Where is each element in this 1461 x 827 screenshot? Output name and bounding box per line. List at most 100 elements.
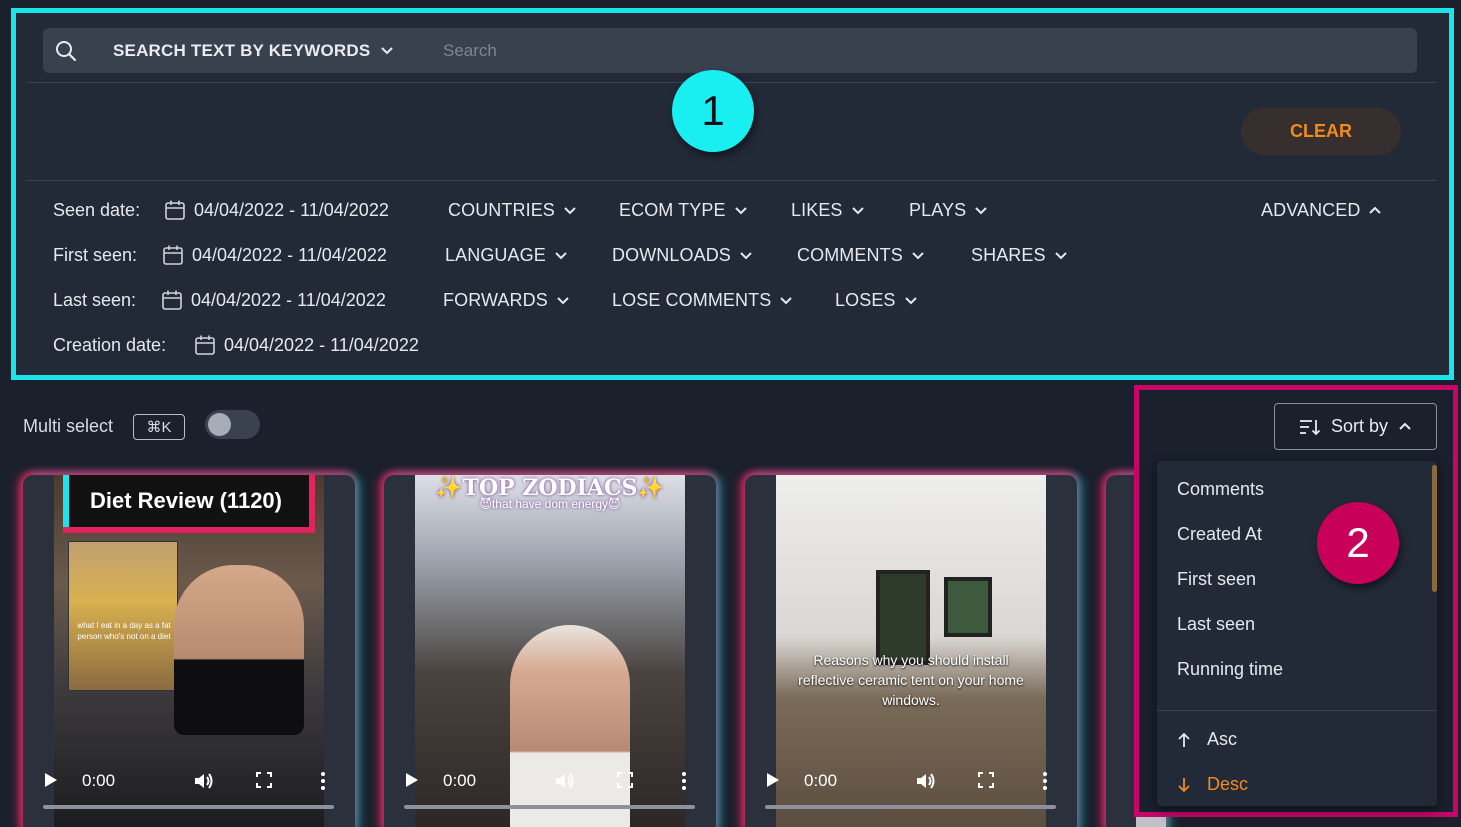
fullscreen-icon[interactable] (978, 772, 994, 788)
lose-comments-label: LOSE COMMENTS (612, 289, 772, 310)
arrow-up-icon (1178, 732, 1190, 747)
video-controls: 0:00 (23, 761, 355, 801)
countries-dropdown[interactable]: COUNTRIES (448, 200, 577, 221)
plays-dropdown[interactable]: PLAYS (909, 200, 988, 221)
video-progress-bar[interactable] (43, 805, 334, 809)
loses-label: LOSES (835, 289, 896, 310)
sort-direction-asc[interactable]: Asc (1177, 729, 1237, 750)
filter-row-creation-date: Creation date: 04/04/2022 - 11/04/2022 (53, 332, 653, 358)
sort-option-created-at[interactable]: Created At (1177, 524, 1262, 545)
filter-row-seen: Seen date: 04/04/2022 - 11/04/2022 COUNT… (53, 197, 1453, 223)
ecom-type-dropdown[interactable]: ECOM TYPE (619, 200, 748, 221)
chevron-down-icon (1054, 251, 1067, 259)
calendar-icon (163, 245, 183, 265)
search-mode-dropdown[interactable]: SEARCH TEXT BY KEYWORDS (113, 28, 394, 73)
filter-row-last-seen: Last seen: 04/04/2022 - 11/04/2022 FORWA… (53, 287, 1453, 313)
video-caption: what I eat in a day as a fat person who'… (77, 621, 171, 641)
volume-icon[interactable] (193, 771, 215, 791)
filter-row-first-seen: First seen: 04/04/2022 - 11/04/2022 LANG… (53, 242, 1453, 268)
first-seen-date-picker[interactable]: 04/04/2022 - 11/04/2022 (162, 244, 387, 266)
chevron-down-icon (555, 251, 567, 259)
multi-select-toggle[interactable] (205, 410, 260, 439)
fullscreen-icon[interactable] (256, 772, 272, 788)
forwards-dropdown[interactable]: FORWARDS (443, 290, 570, 311)
asc-label: Asc (1207, 729, 1238, 749)
first-seen-value: 04/04/2022 - 11/04/2022 (192, 244, 387, 265)
chevron-down-icon (381, 47, 394, 55)
likes-label: LIKES (791, 199, 843, 220)
volume-icon[interactable] (554, 771, 576, 791)
sort-by-label: Sort by (1330, 416, 1389, 436)
video-progress-bar[interactable] (404, 805, 695, 809)
loses-dropdown[interactable]: LOSES (835, 290, 918, 311)
comments-dropdown[interactable]: COMMENTS (797, 245, 925, 266)
last-seen-value: 04/04/2022 - 11/04/2022 (191, 289, 386, 310)
first-seen-label: First seen: (53, 244, 138, 265)
more-options-icon[interactable] (681, 771, 687, 791)
sort-option-first-seen[interactable]: First seen (1177, 569, 1256, 590)
play-icon[interactable] (765, 771, 781, 789)
ecom-type-label: ECOM TYPE (619, 199, 726, 220)
shares-dropdown[interactable]: SHARES (971, 245, 1068, 266)
video-card[interactable]: ✨TOP ZODIACS✨ 😈that have dom energy😈 0:0… (384, 475, 716, 827)
volume-icon[interactable] (915, 771, 937, 791)
creation-date-label: Creation date: (53, 334, 167, 355)
video-caption: Reasons why you should install reflectiv… (796, 650, 1026, 710)
chevron-down-icon (780, 296, 793, 304)
annotation-badge-2: 2 (1317, 502, 1399, 584)
person-shape (174, 565, 304, 735)
sort-menu: Comments Created At First seen Last seen… (1157, 461, 1437, 806)
seen-date-label: Seen date: (53, 199, 141, 220)
video-card[interactable]: Diet Review (1120) what I eat in a day a… (23, 475, 355, 827)
calendar-icon (162, 290, 182, 310)
forwards-label: FORWARDS (443, 289, 548, 310)
clear-button[interactable]: CLEAR (1241, 108, 1401, 155)
toggle-knob (208, 413, 231, 436)
likes-dropdown[interactable]: LIKES (791, 200, 865, 221)
sort-option-comments[interactable]: Comments (1177, 479, 1264, 500)
divider (26, 180, 1437, 181)
video-inset-image: what I eat in a day as a fat person who'… (68, 541, 178, 691)
countries-label: COUNTRIES (448, 199, 555, 220)
sort-option-last-seen[interactable]: Last seen (1177, 614, 1255, 635)
seen-date-picker[interactable]: 04/04/2022 - 11/04/2022 (164, 199, 389, 221)
video-subtitle-text: 😈that have dom energy😈 (479, 497, 621, 511)
shares-label: SHARES (971, 244, 1046, 265)
fullscreen-icon[interactable] (617, 772, 633, 788)
creation-date-picker[interactable]: 04/04/2022 - 11/04/2022 (194, 334, 419, 356)
chevron-down-icon (734, 206, 747, 214)
more-options-icon[interactable] (320, 771, 326, 791)
chevron-down-icon (851, 206, 864, 214)
video-time: 0:00 (82, 771, 116, 790)
language-dropdown[interactable]: LANGUAGE (445, 245, 568, 266)
last-seen-date-picker[interactable]: 04/04/2022 - 11/04/2022 (161, 289, 386, 311)
chevron-down-icon (912, 251, 924, 259)
chevron-down-icon (740, 251, 752, 259)
video-time: 0:00 (443, 771, 477, 790)
sort-by-button[interactable]: Sort by (1274, 403, 1437, 450)
more-options-icon[interactable] (1042, 771, 1048, 791)
play-icon[interactable] (43, 771, 59, 789)
lose-comments-dropdown[interactable]: LOSE COMMENTS (612, 290, 793, 311)
play-icon[interactable] (404, 771, 420, 789)
video-controls: 0:00 (745, 761, 1077, 801)
sort-menu-scrollbar[interactable] (1432, 465, 1437, 592)
video-card[interactable]: Reasons why you should install reflectiv… (745, 475, 1077, 827)
annotation-badge-1: 1 (672, 70, 754, 152)
advanced-toggle[interactable]: ADVANCED (1261, 200, 1382, 221)
calendar-icon (195, 335, 215, 355)
sort-option-running-time[interactable]: Running time (1177, 659, 1283, 680)
downloads-label: DOWNLOADS (612, 244, 731, 265)
search-icon (56, 41, 77, 62)
sort-direction-desc[interactable]: Desc (1177, 774, 1248, 795)
chevron-up-icon (1369, 206, 1382, 214)
chevron-down-icon (975, 206, 987, 214)
search-input[interactable] (443, 34, 1403, 67)
plays-label: PLAYS (909, 199, 967, 220)
downloads-dropdown[interactable]: DOWNLOADS (612, 245, 753, 266)
video-progress-bar[interactable] (765, 805, 1056, 809)
chevron-down-icon (904, 296, 917, 304)
calendar-icon (165, 200, 185, 220)
desc-label: Desc (1207, 774, 1249, 794)
filter-panel: SEARCH TEXT BY KEYWORDS 1 CLEAR Seen dat… (11, 8, 1454, 380)
